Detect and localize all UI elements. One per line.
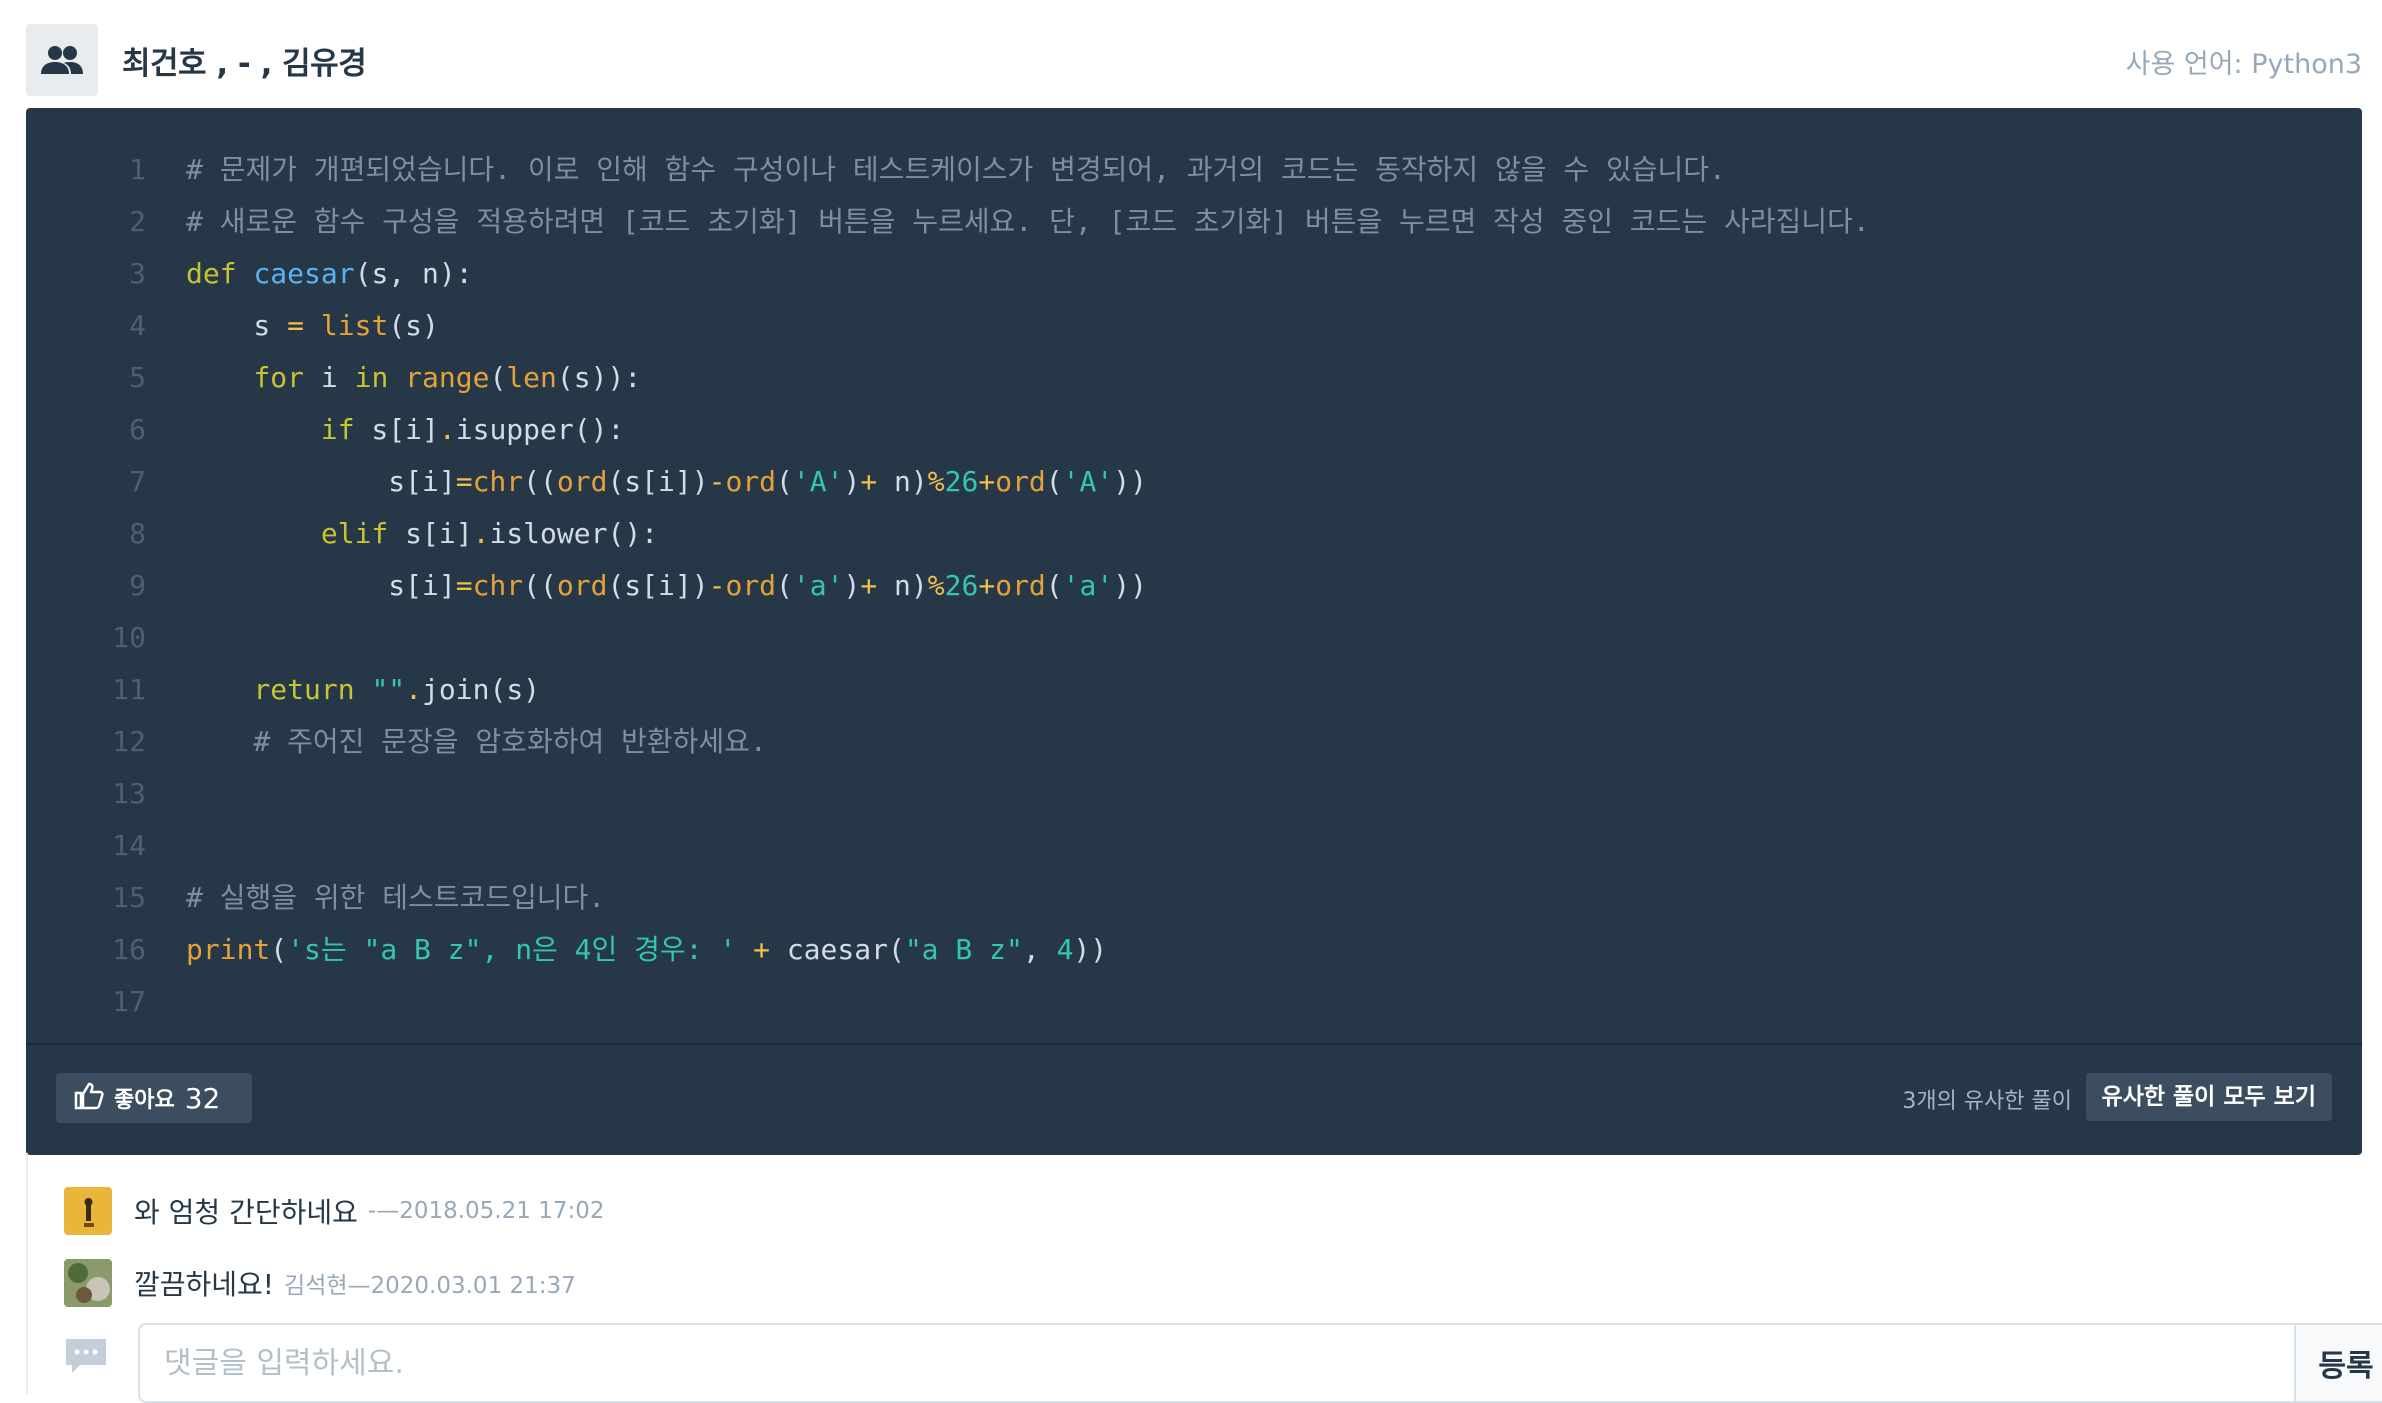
line-number: 2 <box>129 205 146 238</box>
code-line: 6 if s[i].isupper(): <box>26 404 2362 456</box>
comment-form: 등록 <box>64 1323 2382 1403</box>
speech-bubble-icon <box>64 1337 108 1381</box>
code-line: 13 <box>26 768 2362 820</box>
line-number: 16 <box>112 933 146 966</box>
line-number: 10 <box>112 621 146 654</box>
solution-header: 최건호 , - , 김유경 사용 언어: Python3 <box>26 24 2362 96</box>
line-number: 12 <box>112 725 146 758</box>
line-number: 4 <box>129 309 146 342</box>
code-block: 1 # 문제가 개편되었습니다. 이로 인해 함수 구성이나 테스트케이스가 변경… <box>26 144 2362 1028</box>
line-number: 14 <box>112 829 146 862</box>
comment-meta: 김석현—2020.03.01 21:37 <box>284 1273 576 1299</box>
code-text: s[i]=chr((ord(s[i])-ord('a')+ n)%26+ord(… <box>186 569 1147 602</box>
author-names: 최건호 , - , 김유경 <box>122 46 367 82</box>
like-count: 32 <box>184 1081 221 1115</box>
comments-section: 와 엄청 간단하네요 -—2018.05.21 17:02 깔끔하네요! 김석현… <box>26 1153 2382 1403</box>
thumbs-up-icon <box>74 1081 104 1115</box>
code-text: def caesar(s, n): <box>186 257 473 290</box>
comment-item: 깔끔하네요! 김석현—2020.03.01 21:37 <box>64 1257 576 1309</box>
line-number: 1 <box>129 153 146 186</box>
users-icon <box>26 24 98 96</box>
code-text: # 새로운 함수 구성을 적용하려면 [코드 초기화] 버튼을 누르세요. 단,… <box>186 205 1870 238</box>
line-number: 6 <box>129 413 146 446</box>
code-text: # 문제가 개편되었습니다. 이로 인해 함수 구성이나 테스트케이스가 변경되… <box>186 153 1726 186</box>
code-line: 4 s = list(s) <box>26 300 2362 352</box>
comment-text: 와 엄청 간단하네요 <box>134 1196 358 1229</box>
code-text: for i in range(len(s)): <box>253 361 642 394</box>
code-text: s[i]=chr((ord(s[i])-ord('A')+ n)%26+ord(… <box>186 465 1147 498</box>
code-line: 5 for i in range(len(s)): <box>26 352 2362 404</box>
solution-footer: 좋아요 32 3개의 유사한 풀이 유사한 풀이 모두 보기 <box>26 1043 2362 1155</box>
code-text: # 주어진 문장을 암호화하여 반환하세요. <box>186 725 767 758</box>
view-similar-solutions-button[interactable]: 유사한 풀이 모두 보기 <box>2085 1073 2332 1121</box>
line-number: 15 <box>112 881 146 914</box>
line-number: 3 <box>129 257 146 290</box>
code-line: 12 # 주어진 문장을 암호화하여 반환하세요. <box>26 716 2362 768</box>
code-text: print('s는 "a B z", n은 4인 경우: ' + caesar(… <box>186 933 1108 966</box>
avatar <box>64 1259 112 1307</box>
line-number: 9 <box>129 569 146 602</box>
comment-meta: -—2018.05.21 17:02 <box>367 1198 605 1224</box>
submit-comment-button[interactable]: 등록 <box>2294 1323 2382 1403</box>
code-line: 14 <box>26 820 2362 872</box>
code-line: 10 <box>26 612 2362 664</box>
code-line: 3 def caesar(s, n): <box>26 248 2362 300</box>
code-text: if s[i].isupper(): <box>320 413 625 446</box>
comment-input[interactable] <box>138 1323 2294 1403</box>
line-number: 11 <box>112 673 146 706</box>
code-line: 11 return "".join(s) <box>26 664 2362 716</box>
code-line: 17 <box>26 976 2362 1028</box>
code-line: 9 s[i]=chr((ord(s[i])-ord('a')+ n)%26+or… <box>26 560 2362 612</box>
code-text: elif s[i].islower(): <box>320 517 659 550</box>
code-line: 1 # 문제가 개편되었습니다. 이로 인해 함수 구성이나 테스트케이스가 변경… <box>26 144 2362 196</box>
code-viewer: 1 # 문제가 개편되었습니다. 이로 인해 함수 구성이나 테스트케이스가 변경… <box>26 108 2362 1043</box>
comment-text: 깔끔하네요! <box>134 1268 275 1301</box>
code-line: 2 # 새로운 함수 구성을 적용하려면 [코드 초기화] 버튼을 누르세요. 단… <box>26 196 2362 248</box>
line-number: 5 <box>129 361 146 394</box>
code-line: 8 elif s[i].islower(): <box>26 508 2362 560</box>
code-line: 7 s[i]=chr((ord(s[i])-ord('A')+ n)%26+or… <box>26 456 2362 508</box>
similar-solutions-count: 3개의 유사한 풀이 <box>1902 1089 2072 1114</box>
comment-item: 와 엄청 간단하네요 -—2018.05.21 17:02 <box>64 1185 604 1237</box>
line-number: 13 <box>112 777 146 810</box>
line-number: 8 <box>129 517 146 550</box>
code-text: s = list(s) <box>186 309 439 342</box>
code-text: # 실행을 위한 테스트코드입니다. <box>186 881 606 914</box>
code-line: 16 print('s는 "a B z", n은 4인 경우: ' + caesa… <box>26 924 2362 976</box>
line-number: 7 <box>129 465 146 498</box>
line-number: 17 <box>112 985 146 1018</box>
like-button[interactable]: 좋아요 32 <box>56 1073 252 1123</box>
code-text: return "".join(s) <box>253 673 541 706</box>
avatar <box>64 1187 112 1235</box>
like-label: 좋아요 <box>114 1088 175 1113</box>
code-line: 15 # 실행을 위한 테스트코드입니다. <box>26 872 2362 924</box>
language-label: 사용 언어: Python3 <box>2125 49 2362 80</box>
